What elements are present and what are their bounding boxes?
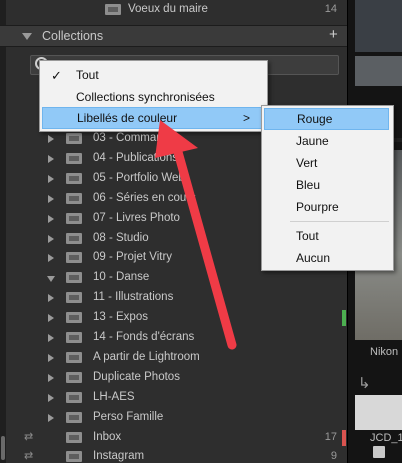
annotation-arrow	[155, 120, 237, 350]
arrow-shaft	[173, 147, 237, 350]
lightroom-library-panel: Voeux du maire 14 Collections + 03 - Com…	[0, 0, 402, 463]
arrow-head	[155, 120, 198, 158]
